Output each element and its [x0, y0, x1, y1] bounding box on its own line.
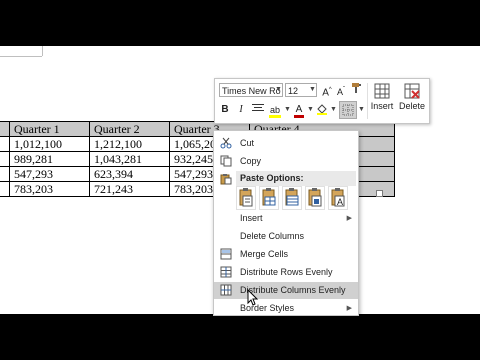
bold-button[interactable]: B: [219, 103, 231, 117]
menu-item-cut[interactable]: Cut: [214, 135, 358, 152]
table-cell[interactable]: [0, 136, 10, 152]
distribute-rows-icon: [220, 266, 232, 278]
paste-nest-table-icon[interactable]: [282, 186, 302, 210]
chevron-down-icon[interactable]: ▼: [309, 86, 316, 93]
table-cell[interactable]: 623,394: [89, 166, 170, 182]
table-cell[interactable]: 1,212,100: [89, 136, 170, 152]
paste-text-only-icon[interactable]: A: [328, 186, 348, 210]
italic-button[interactable]: I: [235, 103, 247, 117]
table-cell[interactable]: Quarter 2: [89, 121, 170, 137]
menu-item-distribute-columns[interactable]: Distribute Columns Evenly: [214, 282, 358, 299]
chevron-right-icon: ▶: [346, 305, 352, 312]
chevron-right-icon: ▶: [346, 215, 352, 222]
table-cell[interactable]: [0, 151, 10, 167]
mini-toolbar: Times New Ro ▼ 12 ▼ A^ Aˇ B I ab ▼ A ▼ ▼…: [214, 78, 430, 124]
menu-item-label: Merge Cells: [240, 249, 289, 259]
chevron-down-icon[interactable]: ▼: [330, 106, 337, 113]
chevron-down-icon[interactable]: ▼: [284, 106, 291, 113]
table-cell[interactable]: [0, 121, 10, 137]
menu-item-copy[interactable]: Copy: [214, 153, 358, 170]
menu-item-label: Insert: [240, 213, 263, 223]
menu-item-distribute-rows[interactable]: Distribute Rows Evenly: [214, 264, 358, 281]
paste-options-header: Paste Options:: [236, 171, 356, 186]
font-size-value: 12: [288, 86, 299, 96]
table-cell[interactable]: 547,293: [9, 166, 90, 182]
align-center-icon[interactable]: [251, 103, 265, 118]
table-cell[interactable]: 721,243: [89, 181, 170, 197]
menu-item-label: Delete Columns: [240, 231, 305, 241]
font-color-icon[interactable]: A: [293, 103, 305, 118]
insert-table-icon: [374, 83, 390, 99]
svg-text:A: A: [337, 197, 343, 207]
delete-button[interactable]: Delete: [397, 81, 427, 111]
table-cell[interactable]: [0, 181, 10, 197]
font-name-value: Times New Ro: [222, 86, 281, 96]
format-painter-icon[interactable]: [350, 82, 364, 99]
font-name-box[interactable]: Times New Ro: [219, 83, 283, 97]
distribute-columns-icon: [220, 284, 232, 296]
paste-keep-source-icon[interactable]: [236, 186, 256, 210]
table-cell[interactable]: Quarter 1: [9, 121, 90, 137]
shading-icon[interactable]: [315, 103, 329, 120]
insert-label: Insert: [370, 101, 394, 111]
delete-label: Delete: [398, 101, 425, 111]
chevron-down-icon[interactable]: ▼: [307, 106, 314, 113]
menu-item-label: Cut: [240, 138, 255, 148]
chevron-down-icon[interactable]: ▼: [275, 86, 282, 93]
menu-item-border-styles[interactable]: Border Styles ▶: [214, 300, 358, 317]
table-cell[interactable]: [0, 166, 10, 182]
table-cell[interactable]: 1,043,281: [89, 151, 170, 167]
menu-item-insert[interactable]: Insert ▶: [214, 210, 358, 227]
shrink-font-icon[interactable]: Aˇ: [335, 83, 347, 99]
menu-item-label: Copy: [240, 156, 262, 166]
grow-font-icon[interactable]: A^: [321, 83, 333, 100]
paste-merge-icon[interactable]: [259, 186, 279, 210]
table-cell[interactable]: 1,012,100: [9, 136, 90, 152]
menu-item-label: Distribute Rows Evenly: [240, 267, 333, 277]
menu-item-delete-columns[interactable]: Delete Columns: [214, 228, 358, 245]
delete-table-icon: [404, 83, 420, 99]
page-margin-guide: [42, 46, 43, 56]
highlight-icon[interactable]: ab: [267, 103, 283, 118]
table-cell[interactable]: 783,203: [9, 181, 90, 197]
paste-icon: [220, 173, 232, 187]
borders-icon[interactable]: [339, 101, 357, 119]
menu-item-merge-cells[interactable]: Merge Cells: [214, 246, 358, 263]
scissors-icon: [220, 137, 232, 149]
table-resize-handle[interactable]: [376, 190, 383, 197]
merge-cells-icon: [220, 248, 232, 260]
page-margin-guide: [0, 56, 42, 57]
context-menu: Cut Copy Paste Options: A Insert ▶ Delet…: [213, 130, 359, 316]
insert-button[interactable]: Insert: [367, 81, 397, 111]
copy-icon: [220, 155, 232, 167]
chevron-down-icon[interactable]: ▼: [358, 106, 365, 113]
paste-new-rows-icon[interactable]: [305, 186, 325, 210]
mouse-pointer-icon: [247, 289, 259, 306]
table-cell[interactable]: 989,281: [9, 151, 90, 167]
